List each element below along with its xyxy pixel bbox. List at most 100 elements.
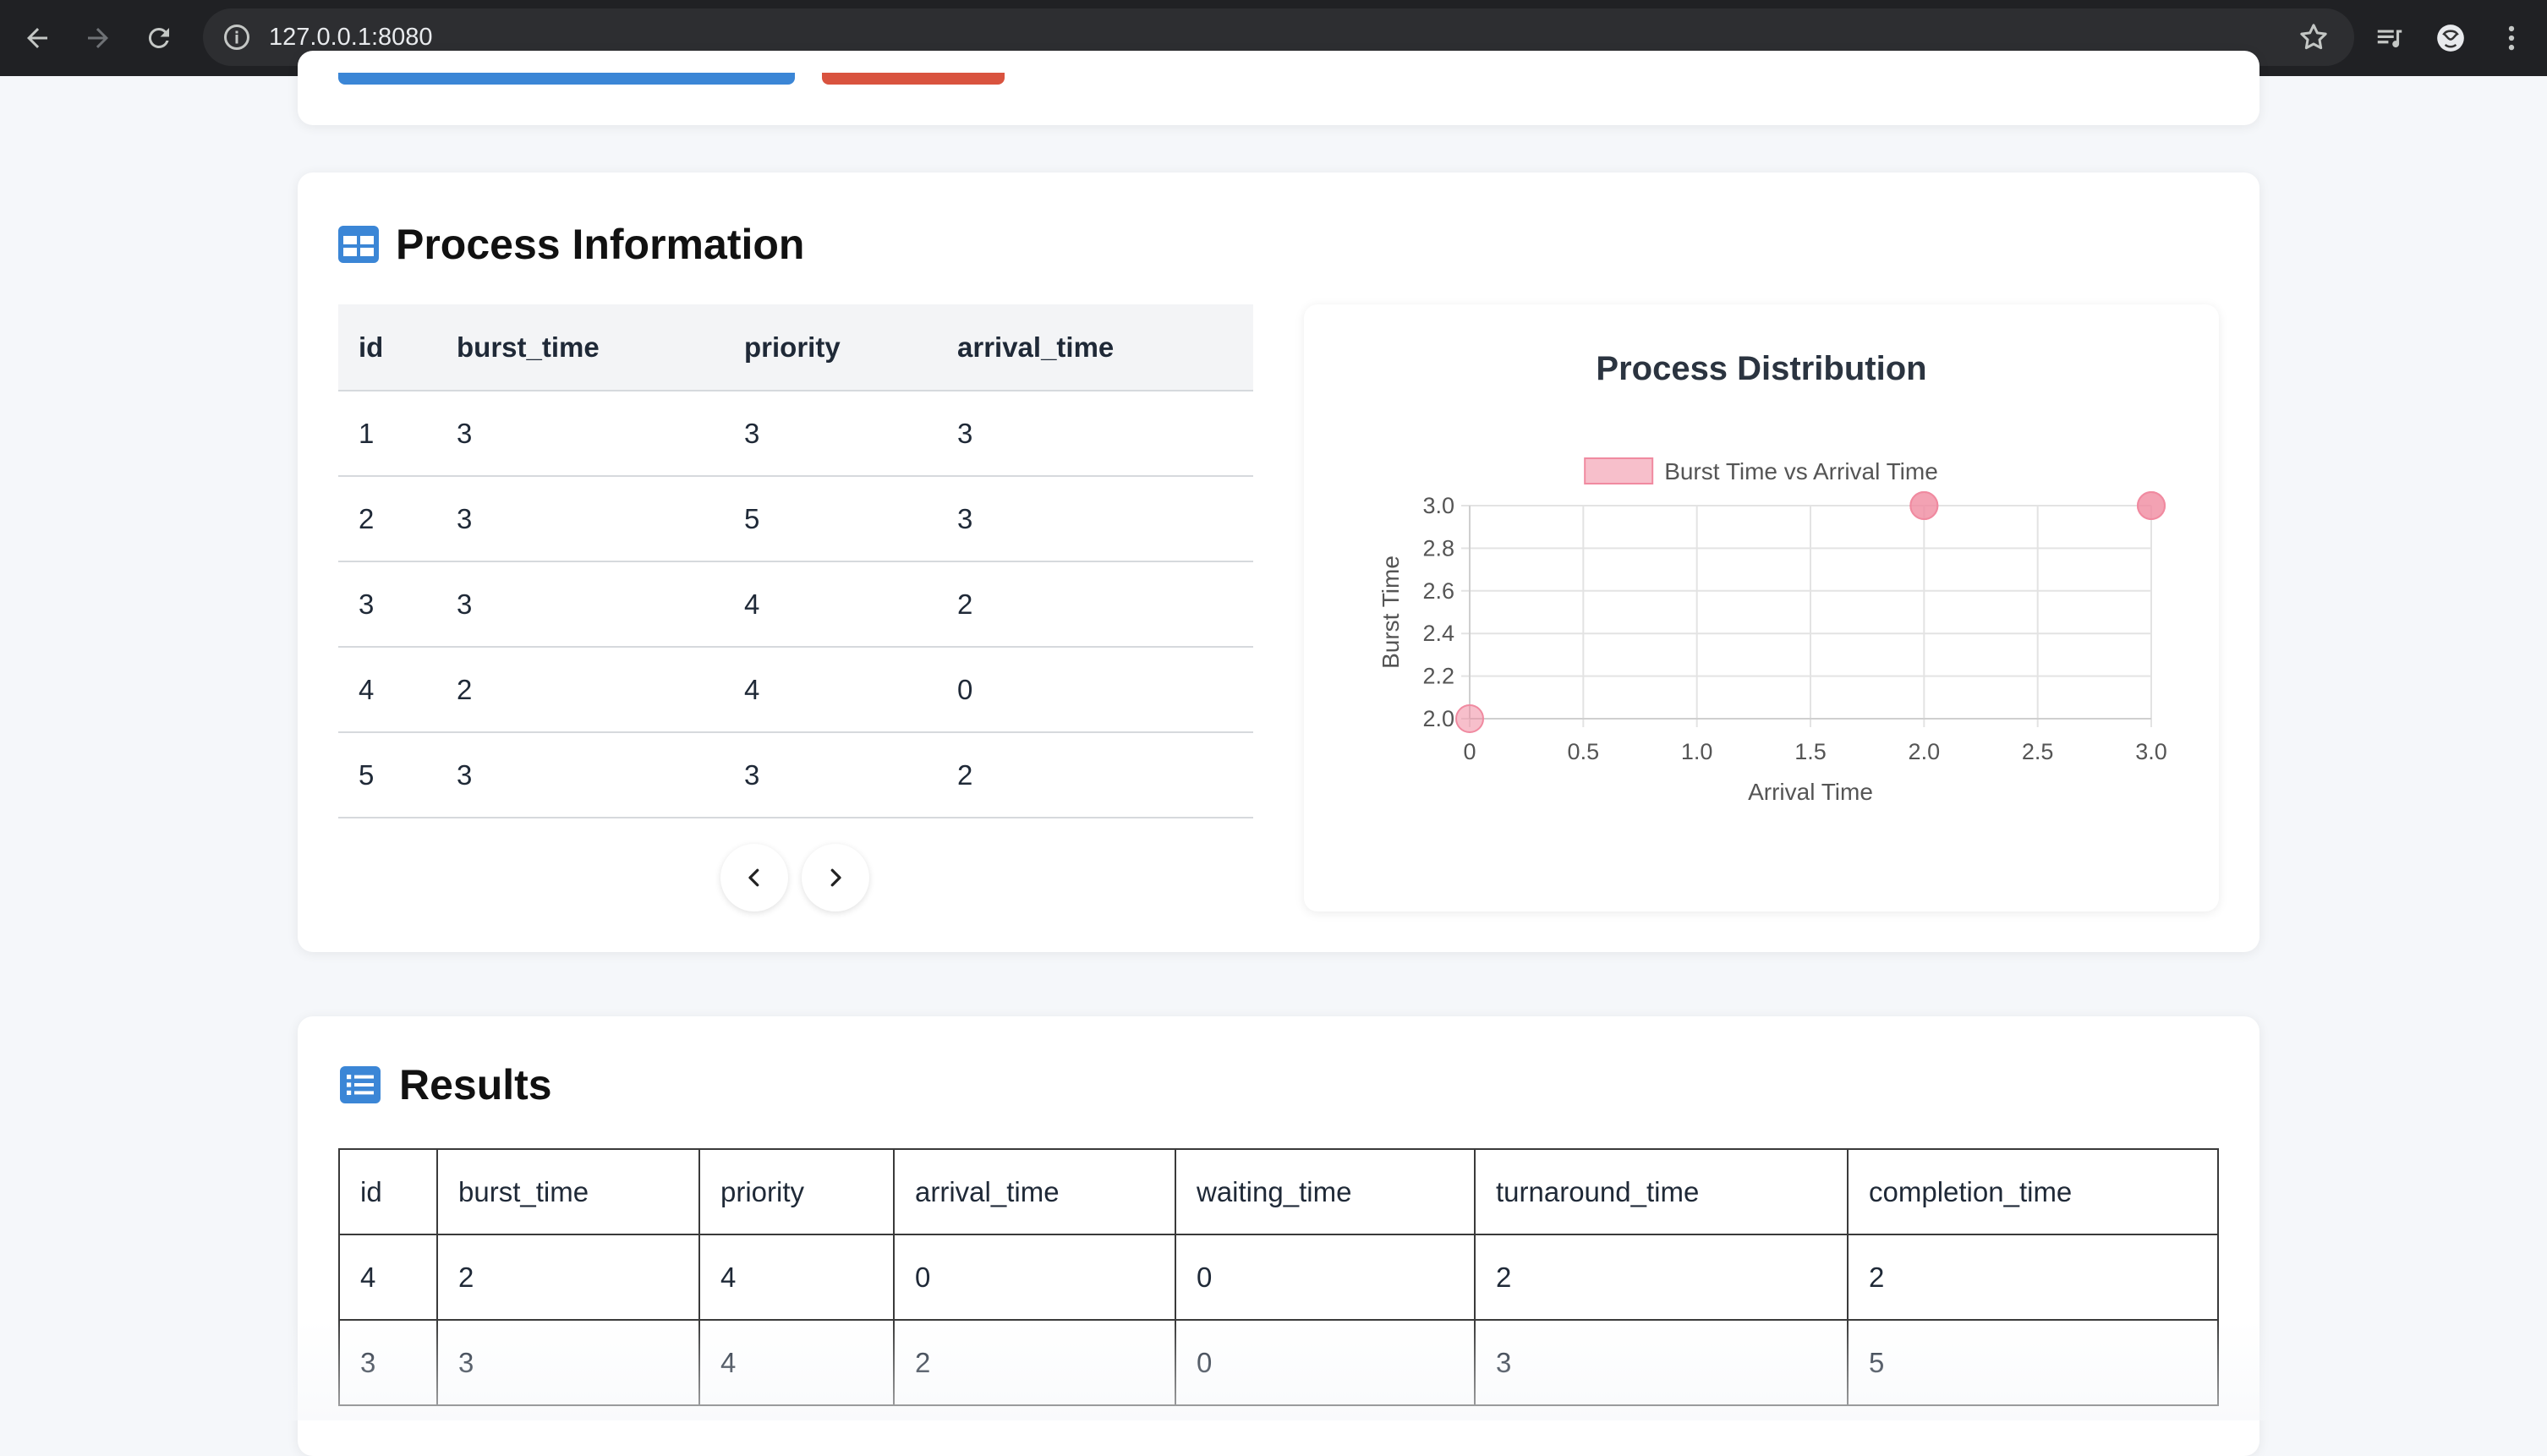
back-button[interactable] (7, 8, 68, 68)
table-cell: 2 (338, 476, 436, 562)
y-tick-label: 2.6 (1422, 578, 1454, 604)
column-header: arrival_time (937, 304, 1253, 391)
table-cell: 4 (338, 1234, 438, 1321)
table-cell: 0 (893, 1234, 1176, 1321)
profile-button[interactable] (2420, 8, 2481, 68)
column-header: arrival_time (893, 1148, 1176, 1235)
browser-actions (2359, 0, 2547, 76)
x-tick-label: 2.0 (1909, 739, 1941, 764)
x-tick-label: 1.0 (1681, 739, 1713, 764)
table-cell: 3 (436, 1319, 700, 1406)
bookmark-star-icon[interactable] (2297, 20, 2331, 54)
column-header: completion_time (1847, 1148, 2219, 1235)
x-tick-label: 3.0 (2135, 739, 2167, 764)
column-header: id (338, 1148, 438, 1235)
playlist-icon (2377, 30, 2402, 48)
table-row: 1 3 3 3 (338, 391, 1253, 477)
more-vert-icon (2508, 25, 2515, 51)
table-row: 3 3 4 2 0 3 5 (338, 1319, 2219, 1406)
scatter-point (2137, 491, 2166, 520)
y-axis-title: Burst Time (1378, 556, 1404, 669)
y-tick-label: 2.8 (1422, 535, 1454, 561)
table-cell: 0 (937, 647, 1253, 733)
table-cell: 4 (698, 1319, 895, 1406)
reload-icon (148, 27, 169, 48)
column-header: priority (724, 304, 937, 391)
column-header: id (338, 304, 436, 391)
table-cell: 2 (1847, 1234, 2219, 1321)
table-cell: 3 (436, 391, 724, 477)
site-info-icon[interactable] (220, 20, 254, 54)
x-tick-label: 0.5 (1568, 739, 1600, 764)
table-cell: 3 (436, 561, 724, 648)
scatter-plot: 0 0.5 1.0 1.5 2.0 2.5 3.0 2.0 2.2 2.4 2.6 2.8 3.0 Arr… (1378, 457, 2167, 805)
column-header: burst_time (436, 1148, 700, 1235)
section-title-text: Process Information (396, 221, 805, 268)
chevron-right-icon (830, 868, 841, 887)
table-cell: 0 (1175, 1234, 1476, 1321)
table-row: 3 3 4 2 (338, 561, 1253, 648)
table-cell: 1 (338, 391, 436, 477)
arrow-left-icon (27, 28, 47, 48)
table-cell: 4 (724, 647, 937, 733)
avatar-icon (2437, 25, 2464, 52)
process-information-heading: Process Information (338, 220, 804, 269)
browser-menu-button[interactable] (2481, 8, 2542, 68)
table-cell: 2 (937, 732, 1253, 818)
x-tick-label: 2.5 (2022, 739, 2054, 764)
x-axis-title: Arrival Time (1748, 779, 1873, 805)
table-row: 4 2 4 0 (338, 647, 1253, 733)
table-cell: 3 (436, 732, 724, 818)
table-cell: 2 (937, 561, 1253, 648)
reset-button[interactable] (822, 73, 1005, 85)
scatter-point (1909, 491, 1939, 520)
reload-button[interactable] (129, 8, 189, 68)
previous-page-button[interactable] (720, 844, 788, 911)
table-cell: 5 (1847, 1319, 2219, 1406)
y-tick-label: 2.0 (1422, 706, 1454, 731)
x-tick-label: 0 (1463, 739, 1476, 764)
column-header: turnaround_time (1474, 1148, 1849, 1235)
table-cell: 3 (338, 1319, 438, 1406)
legend-label: Burst Time vs Arrival Time (1664, 458, 1938, 484)
section-title-text: Results (399, 1061, 552, 1108)
table-cell: 2 (893, 1319, 1176, 1406)
table-header-row: id burst_time priority arrival_time (338, 304, 1253, 391)
column-header: priority (698, 1148, 895, 1235)
table-row: 2 3 5 3 (338, 476, 1253, 562)
list-icon (340, 1066, 381, 1103)
table-cell: 2 (1474, 1234, 1849, 1321)
forward-button[interactable] (68, 8, 129, 68)
y-tick-label: 2.4 (1422, 621, 1454, 646)
table-cell: 0 (1175, 1319, 1476, 1406)
process-table: id burst_time priority arrival_time 1 3 … (338, 304, 1253, 818)
arrow-right-icon (88, 28, 108, 48)
x-tick-label: 1.5 (1794, 739, 1827, 764)
table-cell: 5 (338, 732, 436, 818)
results-heading: Results (338, 1060, 552, 1109)
table-cell: 3 (1474, 1319, 1849, 1406)
table-cell: 2 (436, 647, 724, 733)
table-cell: 3 (724, 732, 937, 818)
table-row: 5 3 3 2 (338, 732, 1253, 818)
column-header: waiting_time (1175, 1148, 1476, 1235)
chevron-left-icon (748, 868, 759, 887)
table-cell: 3 (937, 476, 1253, 562)
process-distribution-chart: Process Distribution 0 0.5 1.0 1.5 2.0 2.5 3.0… (1304, 304, 2219, 911)
results-card: Results id burst_time priority arrival_t… (298, 1016, 2259, 1456)
y-tick-label: 3.0 (1422, 493, 1454, 518)
table-cell: 5 (724, 476, 937, 562)
table-cell: 4 (724, 561, 937, 648)
process-information-card: Process Information id burst_time priori… (298, 172, 2259, 952)
table-cell: 4 (338, 647, 436, 733)
table-cell: 2 (436, 1234, 700, 1321)
primary-action-button[interactable] (338, 73, 795, 85)
media-control-button[interactable] (2359, 8, 2420, 68)
url-text: 127.0.0.1:8080 (269, 23, 433, 51)
next-page-button[interactable] (802, 844, 869, 911)
results-table: id burst_time priority arrival_time wait… (338, 1148, 2219, 1406)
table-row: 4 2 4 0 0 2 2 (338, 1234, 2219, 1321)
table-icon (338, 226, 379, 263)
table-cell: 4 (698, 1234, 895, 1321)
table-cell: 3 (338, 561, 436, 648)
